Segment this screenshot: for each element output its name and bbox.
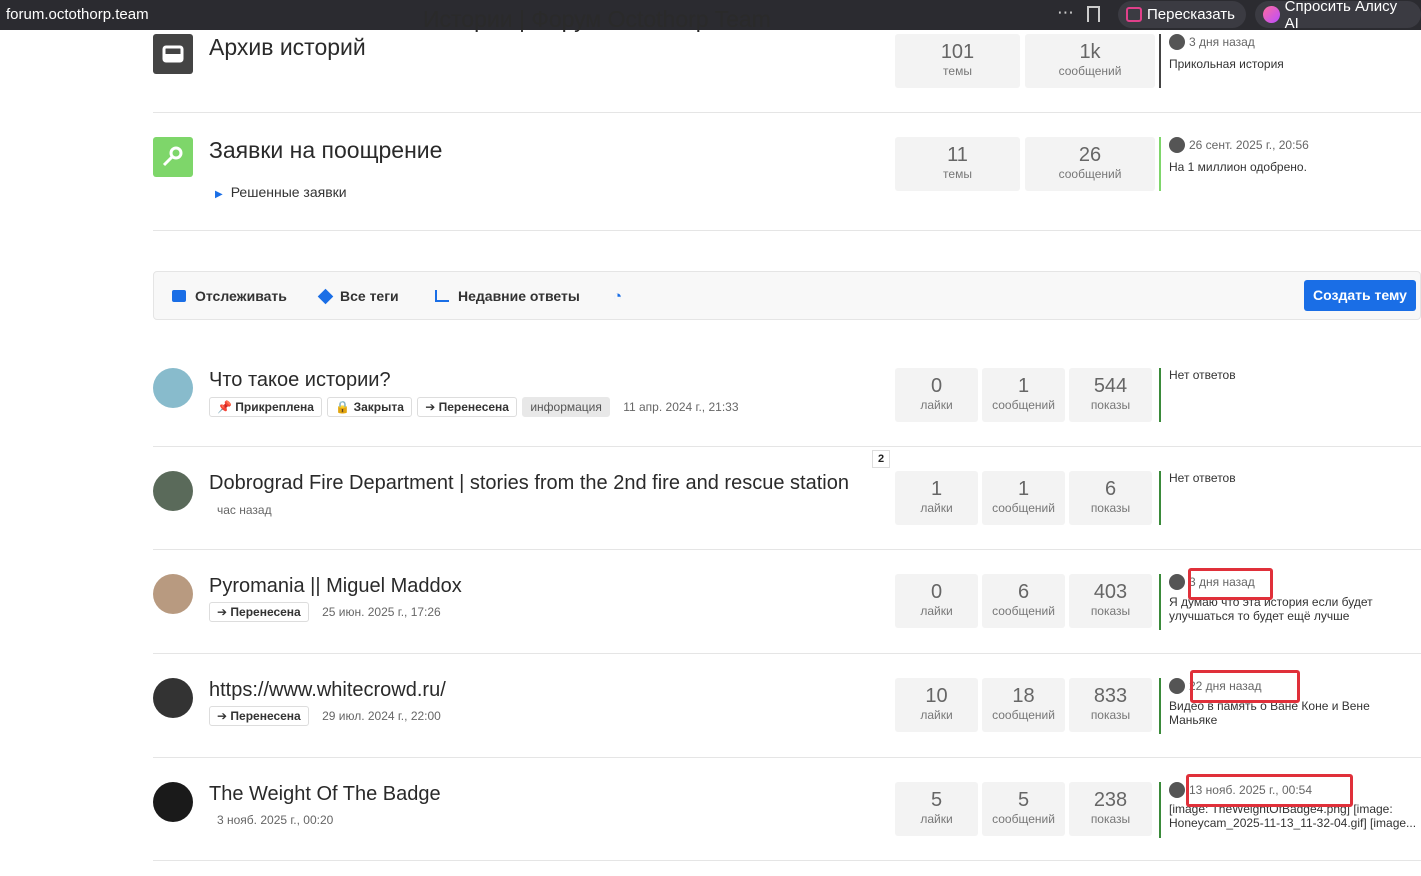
posts-count: 1k сообщений xyxy=(1025,34,1155,88)
category-row: Заявки на поощрение ▶ Решенные заявки 11 т… xyxy=(153,113,1421,231)
likes-count: 0 лайки xyxy=(895,574,978,628)
watch-button[interactable]: Отслеживать xyxy=(172,288,287,304)
retell-button[interactable]: Пересказать xyxy=(1118,1,1246,28)
pinned-tag[interactable]: 📌 Прикреплена xyxy=(209,397,322,417)
topic-title[interactable]: Что такое истории? xyxy=(209,369,391,392)
inbox-icon xyxy=(153,34,193,74)
views-count: 238 показы xyxy=(1069,782,1152,836)
topic-row: The Weight Of The Badge 3 нояб. 2025 г.,… xyxy=(153,758,1421,861)
category-title[interactable]: Архив историй xyxy=(209,34,366,61)
highlight-box xyxy=(1190,670,1300,703)
moved-tag[interactable]: ➔ Перенесена xyxy=(209,602,309,622)
avatar xyxy=(1169,574,1185,590)
bookmark-icon[interactable] xyxy=(1087,6,1100,22)
closed-tag[interactable]: 🔒 Закрыта xyxy=(327,397,412,417)
alice-icon xyxy=(1263,6,1280,23)
views-count: 403 показы xyxy=(1069,574,1152,628)
browser-titlebar: forum.octothorp.team Истории | Форум Oct… xyxy=(0,0,1421,32)
topic-date: 29 июл. 2024 г., 22:00 xyxy=(322,709,441,723)
likes-count: 1 лайки xyxy=(895,471,978,525)
views-count: 833 показы xyxy=(1069,678,1152,732)
likes-count: 10 лайки xyxy=(895,678,978,732)
posts-count: 26 сообщений xyxy=(1025,137,1155,191)
topic-row: Что такое истории? 📌 Прикреплена 🔒 Закры… xyxy=(153,344,1421,447)
views-count: 6 показы xyxy=(1069,471,1152,525)
caret-right-icon: ▶ xyxy=(215,189,223,200)
highlight-box xyxy=(1188,568,1273,600)
likes-count: 0 лайки xyxy=(895,368,978,422)
key-icon xyxy=(153,137,193,177)
category-row: Архив историй 101 темы 1k сообщений 3 дня … xyxy=(153,30,1421,113)
topic-date: 25 июн. 2025 г., 17:26 xyxy=(322,605,441,619)
more-icon[interactable]: ⋯ xyxy=(1057,3,1075,23)
unread-badge[interactable]: 2 xyxy=(872,450,890,468)
topic-title[interactable]: Dobrograd Fire Department | stories from… xyxy=(209,472,849,495)
likes-count: 5 лайки xyxy=(895,782,978,836)
create-topic-button[interactable]: Создать тему xyxy=(1304,280,1416,311)
avatar[interactable] xyxy=(153,782,193,822)
avatar[interactable] xyxy=(153,471,193,511)
url-text[interactable]: forum.octothorp.team xyxy=(6,6,149,23)
latest-post[interactable]: 3 дня назад Прикольная история xyxy=(1159,34,1421,88)
avatar xyxy=(1169,782,1185,798)
topic-date: 11 апр. 2024 г., 21:33 xyxy=(623,400,739,414)
avatar xyxy=(1169,137,1185,153)
alice-button[interactable]: Спросить Алису AI xyxy=(1255,0,1421,32)
topic-title[interactable]: The Weight Of The Badge xyxy=(209,783,441,806)
latest-post: Нет ответов xyxy=(1159,471,1421,525)
avatar[interactable] xyxy=(153,678,193,718)
latest-post: Нет ответов xyxy=(1159,368,1421,422)
topic-title[interactable]: Pyromania || Miguel Maddox xyxy=(209,575,462,598)
tags-button[interactable]: Все теги xyxy=(317,288,399,304)
avatar xyxy=(1169,34,1185,50)
tag-icon xyxy=(317,288,334,304)
sort-icon xyxy=(435,290,449,302)
avatar[interactable] xyxy=(153,574,193,614)
topic-date: час назад xyxy=(217,503,272,517)
views-count: 544 показы xyxy=(1069,368,1152,422)
info-tag[interactable]: информация xyxy=(522,397,610,417)
topic-row: Pyromania || Miguel Maddox ➔ Перенесена … xyxy=(153,550,1421,654)
avatar xyxy=(1169,678,1185,694)
topics-count: 11 темы xyxy=(895,137,1020,191)
posts-count: 1 сообщений xyxy=(982,368,1065,422)
inbox-icon xyxy=(172,290,186,302)
posts-count: 1 сообщений xyxy=(982,471,1065,525)
retell-icon xyxy=(1126,7,1142,22)
tab-title: Истории | Форум Octothorp Team xyxy=(423,6,771,32)
rss-icon[interactable]: ◔ xyxy=(613,288,622,305)
posts-count: 5 сообщений xyxy=(982,782,1065,836)
avatar[interactable] xyxy=(153,368,193,408)
topic-date: 3 нояб. 2025 г., 00:20 xyxy=(217,813,334,827)
topics-count: 101 темы xyxy=(895,34,1020,88)
topic-toolbar: Отслеживать Все теги Недавние ответы ◔ С… xyxy=(153,271,1421,320)
highlight-box xyxy=(1186,774,1353,807)
subcategory-link[interactable]: ▶ Решенные заявки xyxy=(215,184,347,200)
topic-row: https://www.whitecrowd.ru/ ➔ Перенесена … xyxy=(153,654,1421,758)
posts-count: 18 сообщений xyxy=(982,678,1065,732)
moved-tag[interactable]: ➔ Перенесена xyxy=(417,397,517,417)
recent-replies-button[interactable]: Недавние ответы xyxy=(435,288,580,304)
posts-count: 6 сообщений xyxy=(982,574,1065,628)
topic-title[interactable]: https://www.whitecrowd.ru/ xyxy=(209,679,446,702)
category-title[interactable]: Заявки на поощрение xyxy=(209,137,442,164)
moved-tag[interactable]: ➔ Перенесена xyxy=(209,706,309,726)
latest-post[interactable]: 26 сент. 2025 г., 20:56 На 1 миллион одо… xyxy=(1159,137,1421,191)
topic-row: Dobrograd Fire Department | stories from… xyxy=(153,447,1421,550)
